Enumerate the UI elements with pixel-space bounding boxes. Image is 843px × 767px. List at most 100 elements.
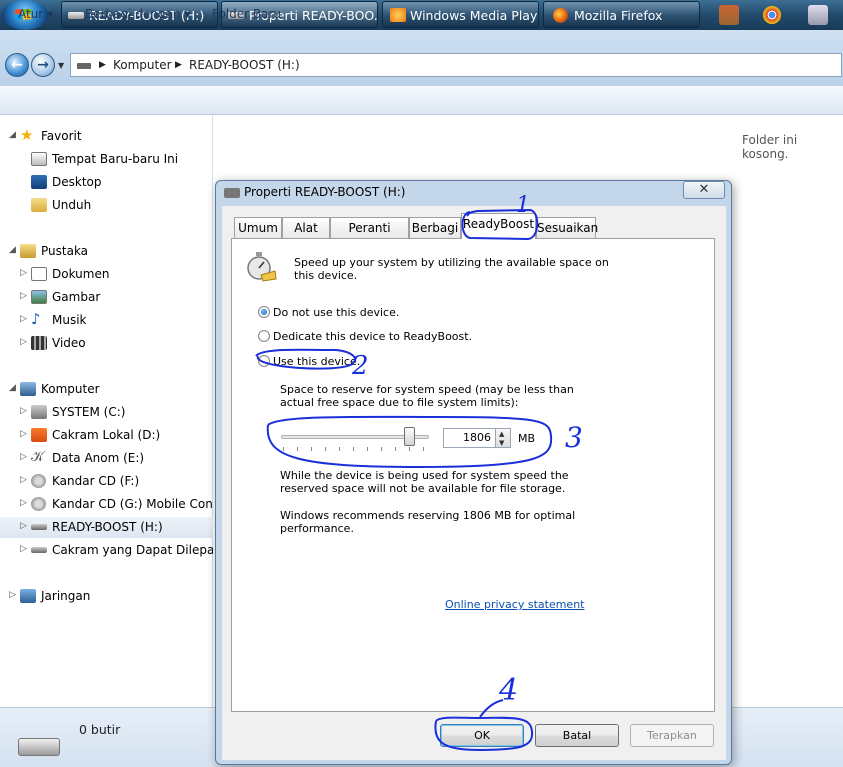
collapsed-arrow-icon[interactable]: ▷ <box>20 291 27 301</box>
forward-button[interactable]: → <box>31 53 55 77</box>
intro-text-line2: this device. <box>294 269 358 282</box>
info-text-line1: While the device is being used for syste… <box>280 469 569 482</box>
nav-drive-e[interactable]: ▷ 𝒦 Data Anom (E:) <box>0 448 213 469</box>
breadcrumb-komputer[interactable]: Komputer <box>113 58 172 72</box>
office-drive-icon <box>31 428 47 442</box>
star-icon: ★ <box>20 126 34 144</box>
nav-drive-g[interactable]: ▷ Kandar CD (G:) Mobile Conne <box>0 494 213 515</box>
back-button[interactable]: ← <box>5 53 29 77</box>
slider-tick <box>423 447 424 451</box>
collapsed-arrow-icon[interactable]: ▷ <box>20 429 27 439</box>
recent-places-icon <box>31 152 47 166</box>
nav-favorites[interactable]: ◢ ★ Favorit <box>0 126 213 147</box>
close-button[interactable]: ✕ <box>683 181 725 199</box>
slider-tick <box>395 447 396 451</box>
libraries-icon <box>20 244 36 258</box>
chrome-icon[interactable] <box>763 6 781 24</box>
readyboost-stopwatch-icon <box>247 252 277 282</box>
tab-hardware[interactable]: Peranti keras <box>330 217 409 255</box>
tab-tools[interactable]: Alat <box>282 217 330 238</box>
collapsed-arrow-icon[interactable]: ▷ <box>20 337 27 347</box>
tab-sharing[interactable]: Berbagi <box>409 217 461 238</box>
nav-drive-d[interactable]: ▷ Cakram Lokal (D:) <box>0 425 213 446</box>
nav-item-videos[interactable]: ▷ Video <box>0 333 213 354</box>
expanded-arrow-icon[interactable]: ◢ <box>9 130 16 140</box>
radio-use-device[interactable] <box>258 355 270 367</box>
virtualbox-icon[interactable] <box>808 5 828 25</box>
expanded-arrow-icon[interactable]: ◢ <box>9 383 16 393</box>
slider-tick <box>339 447 340 451</box>
reserve-size-spinner[interactable]: ▲ ▼ <box>495 428 511 448</box>
command-bar <box>0 86 843 115</box>
collapsed-arrow-icon[interactable]: ▷ <box>20 268 27 278</box>
privacy-statement-link[interactable]: Online privacy statement <box>445 598 584 611</box>
nav-drive-f[interactable]: ▷ Kandar CD (F:) <box>0 471 213 492</box>
spin-down-icon[interactable]: ▼ <box>499 439 504 447</box>
nav-drive-j[interactable]: ▷ Cakram yang Dapat Dilepas (J <box>0 540 213 561</box>
ok-button[interactable]: OK <box>440 724 524 747</box>
slider-tick <box>311 447 312 451</box>
breadcrumb-ready-boost[interactable]: READY-BOOST (H:) <box>189 58 300 72</box>
collapsed-arrow-icon[interactable]: ▷ <box>20 452 27 462</box>
address-field[interactable]: ▶ Komputer ▶ READY-BOOST (H:) <box>70 53 842 77</box>
downloads-folder-icon <box>31 198 47 212</box>
nav-network[interactable]: ▷ Jaringan <box>0 586 213 607</box>
unit-label: MB <box>518 432 536 445</box>
item-count: 0 butir <box>79 722 121 737</box>
drive-icon <box>224 188 240 198</box>
videos-icon <box>31 336 47 350</box>
tab-readyboost[interactable]: ReadyBoost <box>461 213 536 239</box>
radio-label-dedicate[interactable]: Dedicate this device to ReadyBoost. <box>273 330 472 343</box>
nav-computer[interactable]: ◢ Komputer <box>0 379 213 400</box>
slider-tick <box>325 447 326 451</box>
firefox-icon <box>553 8 568 23</box>
system-drive-icon <box>31 405 47 419</box>
nav-item-desktop[interactable]: Desktop <box>0 172 213 193</box>
nav-item-downloads[interactable]: Unduh <box>0 195 213 216</box>
reserve-size-input[interactable]: 1806 <box>443 428 496 448</box>
music-icon: ♪ <box>31 310 41 328</box>
pictures-icon <box>31 290 47 304</box>
recent-pages-chevron-icon[interactable]: ▼ <box>58 61 64 70</box>
slider-tick <box>283 447 284 451</box>
radio-do-not-use[interactable] <box>258 306 270 318</box>
share-with-menu[interactable]: Berbagi dengan ▼ <box>85 7 191 21</box>
nav-item-pictures[interactable]: ▷ Gambar <box>0 287 213 308</box>
collapsed-arrow-icon[interactable]: ▷ <box>20 498 27 508</box>
tab-customize[interactable]: Sesuaikan <box>536 217 598 238</box>
reserve-slider-thumb[interactable] <box>404 427 415 446</box>
nav-item-music[interactable]: ▷ ♪ Musik <box>0 310 213 331</box>
nav-drive-c[interactable]: ▷ SYSTEM (C:) <box>0 402 213 423</box>
app-icon[interactable] <box>719 5 739 25</box>
dialog-title: Properti READY-BOOST (H:) <box>244 185 406 199</box>
taskbar-item-firefox[interactable]: Mozilla Firefox <box>543 1 700 28</box>
drive-icon <box>77 63 91 69</box>
usb-drive-icon <box>31 524 47 530</box>
reserve-text-line2: actual free space due to file system lim… <box>280 396 519 409</box>
collapsed-arrow-icon[interactable]: ▷ <box>20 475 27 485</box>
taskbar-item-wmp[interactable]: Windows Media Player <box>382 1 539 28</box>
organize-menu[interactable]: Atur ▼ <box>18 7 53 21</box>
new-folder-button[interactable]: Folder Baru <box>212 7 281 21</box>
radio-dedicate[interactable] <box>258 330 270 342</box>
tab-general[interactable]: Umum <box>234 217 282 238</box>
info-text-line2: reserved space will not be available for… <box>280 482 566 495</box>
collapsed-arrow-icon[interactable]: ▷ <box>9 590 16 600</box>
radio-label-do-not-use[interactable]: Do not use this device. <box>273 306 399 319</box>
apply-button[interactable]: Terapkan <box>630 724 714 747</box>
expanded-arrow-icon[interactable]: ◢ <box>9 245 16 255</box>
nav-item-recent[interactable]: Tempat Baru-baru Ini <box>0 149 213 170</box>
collapsed-arrow-icon[interactable]: ▷ <box>20 314 27 324</box>
empty-folder-text: Folder ini kosong. <box>742 133 798 161</box>
collapsed-arrow-icon[interactable]: ▷ <box>20 521 27 531</box>
cancel-button[interactable]: Batal <box>535 724 619 747</box>
nav-drive-h[interactable]: ▷ READY-BOOST (H:) <box>0 517 213 538</box>
nav-item-documents[interactable]: ▷ Dokumen <box>0 264 213 285</box>
spin-up-icon[interactable]: ▲ <box>499 430 504 438</box>
radio-label-use-device[interactable]: Use this device. <box>273 355 360 368</box>
collapsed-arrow-icon[interactable]: ▷ <box>20 544 27 554</box>
collapsed-arrow-icon[interactable]: ▷ <box>20 406 27 416</box>
nav-libraries[interactable]: ◢ Pustaka <box>0 241 213 262</box>
drive-icon <box>68 12 84 19</box>
slider-tick <box>381 447 382 451</box>
